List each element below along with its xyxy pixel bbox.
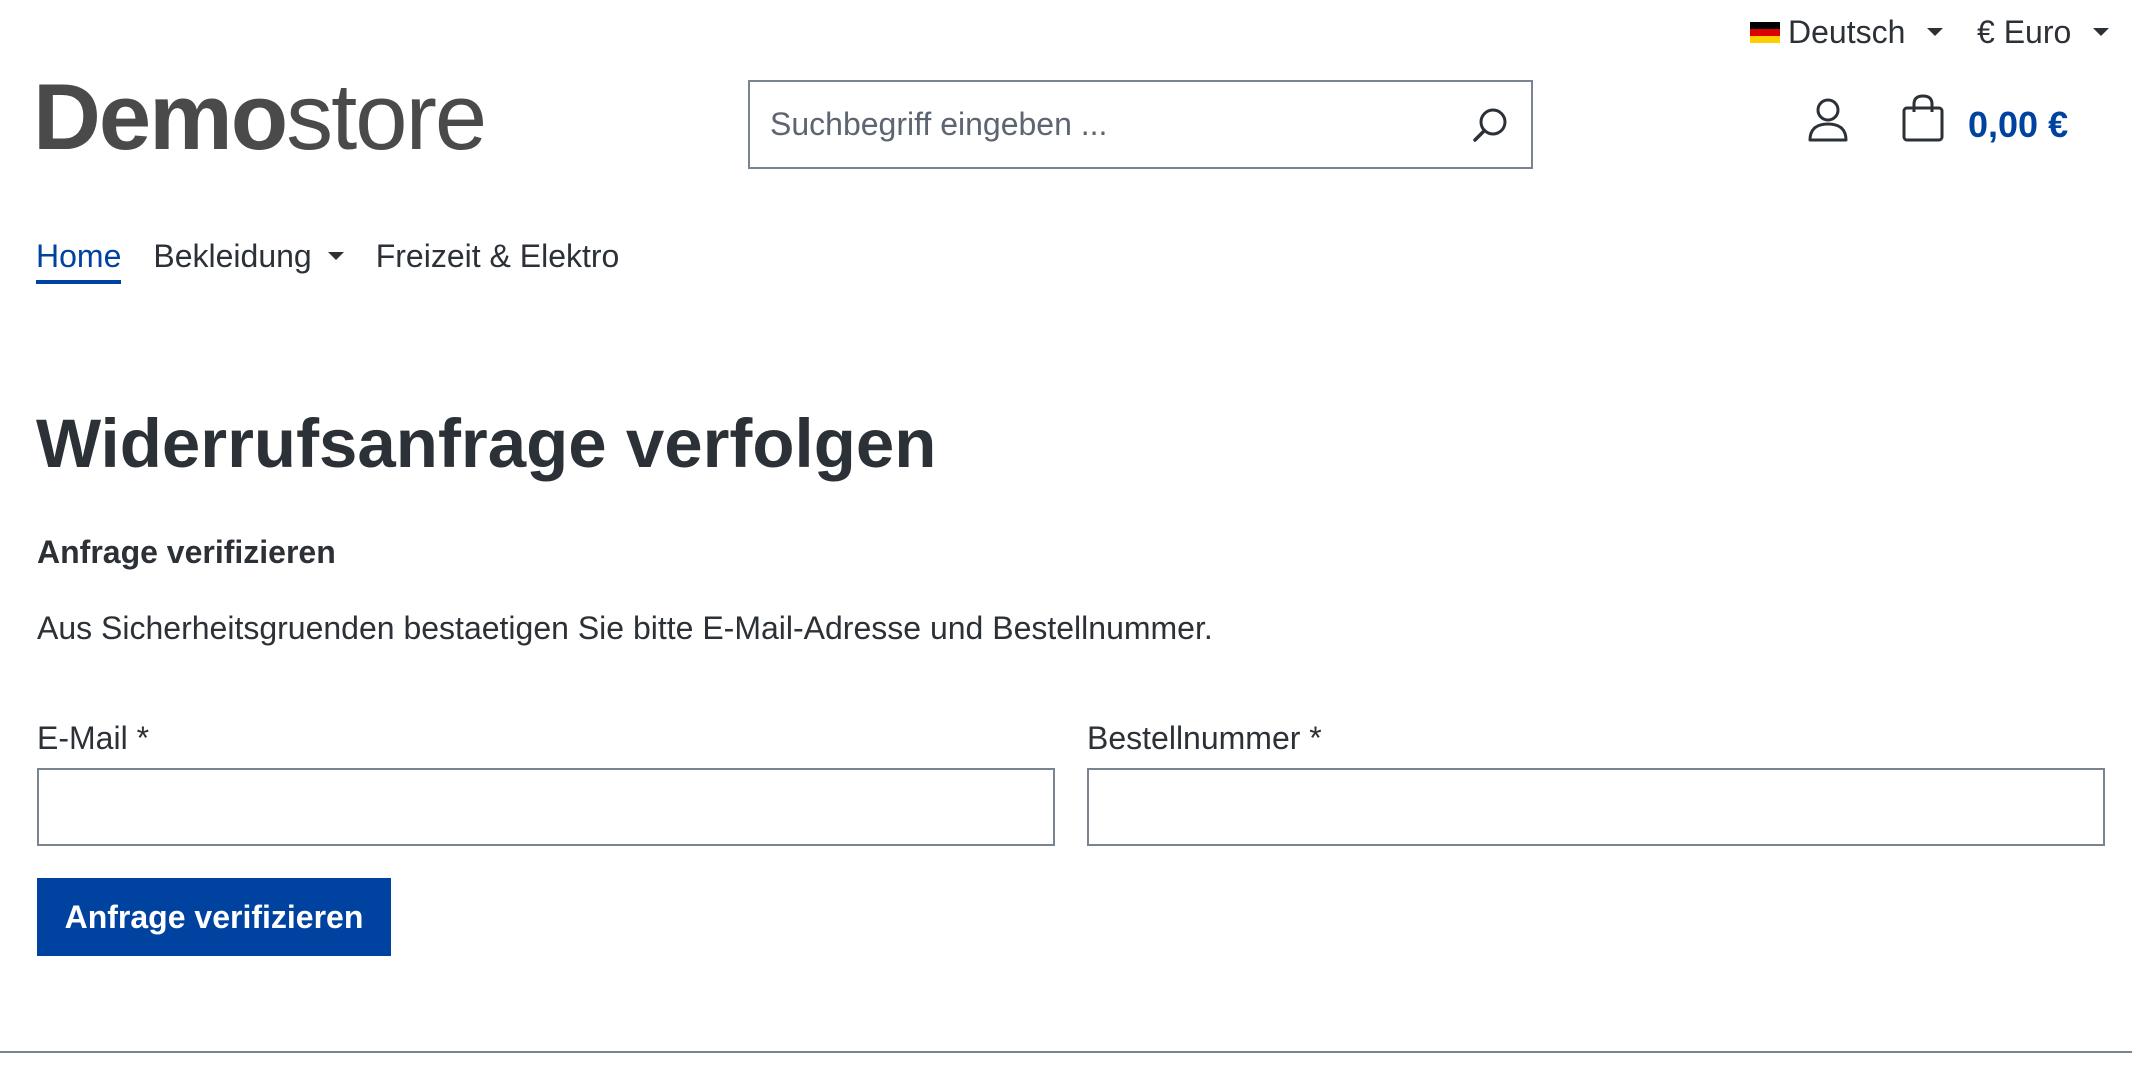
order-number-field[interactable] [1087,768,2105,846]
footer-divider [0,1051,2132,1053]
verify-request-button[interactable]: Anfrage verifizieren [37,878,391,956]
search-box [748,80,1533,169]
nav-item-freizeit-elektro[interactable]: Freizeit & Elektro [376,232,620,284]
search-button[interactable] [1451,82,1531,167]
cart-total[interactable]: 0,00 € [1968,104,2068,146]
search-icon [1473,108,1507,142]
currency-label: € Euro [1977,13,2072,50]
email-label: E-Mail * [37,720,150,756]
top-bar: Deutsch € Euro [0,0,2132,64]
main-navigation: Home Bekleidung Freizeit & Elektro [36,232,651,284]
email-field[interactable] [37,768,1055,846]
currency-dropdown[interactable]: € Euro [1977,12,2110,52]
order-number-label: Bestellnummer * [1087,720,1322,756]
search-input[interactable] [750,82,1451,167]
nav-item-home[interactable]: Home [36,232,122,284]
nav-item-label: Bekleidung [153,238,312,274]
chevron-down-icon [327,252,344,260]
page-title: Widerrufsanfrage verfolgen [36,405,937,482]
language-label: Deutsch [1788,13,1906,50]
description-text: Aus Sicherheitsgruenden bestaetigen Sie … [37,610,1213,646]
german-flag-icon [1750,21,1780,43]
chevron-down-icon [1927,28,1944,36]
user-icon [1808,98,1848,142]
chevron-down-icon [2093,28,2110,36]
cart-button[interactable] [1900,94,1946,144]
page: Deutsch € Euro Demostore 0,00 € [0,0,2132,1080]
account-button[interactable] [1806,96,1850,144]
shopping-bag-icon [1902,94,1944,142]
logo-bold-text: Demo [33,64,288,169]
store-logo[interactable]: Demostore [33,62,487,172]
nav-item-label: Home [36,238,122,274]
language-dropdown[interactable]: Deutsch [1750,12,1944,52]
nav-item-label: Freizeit & Elektro [375,238,620,274]
section-subtitle: Anfrage verifizieren [37,534,336,570]
logo-light-text: store [286,64,487,169]
nav-item-bekleidung[interactable]: Bekleidung [153,232,344,284]
